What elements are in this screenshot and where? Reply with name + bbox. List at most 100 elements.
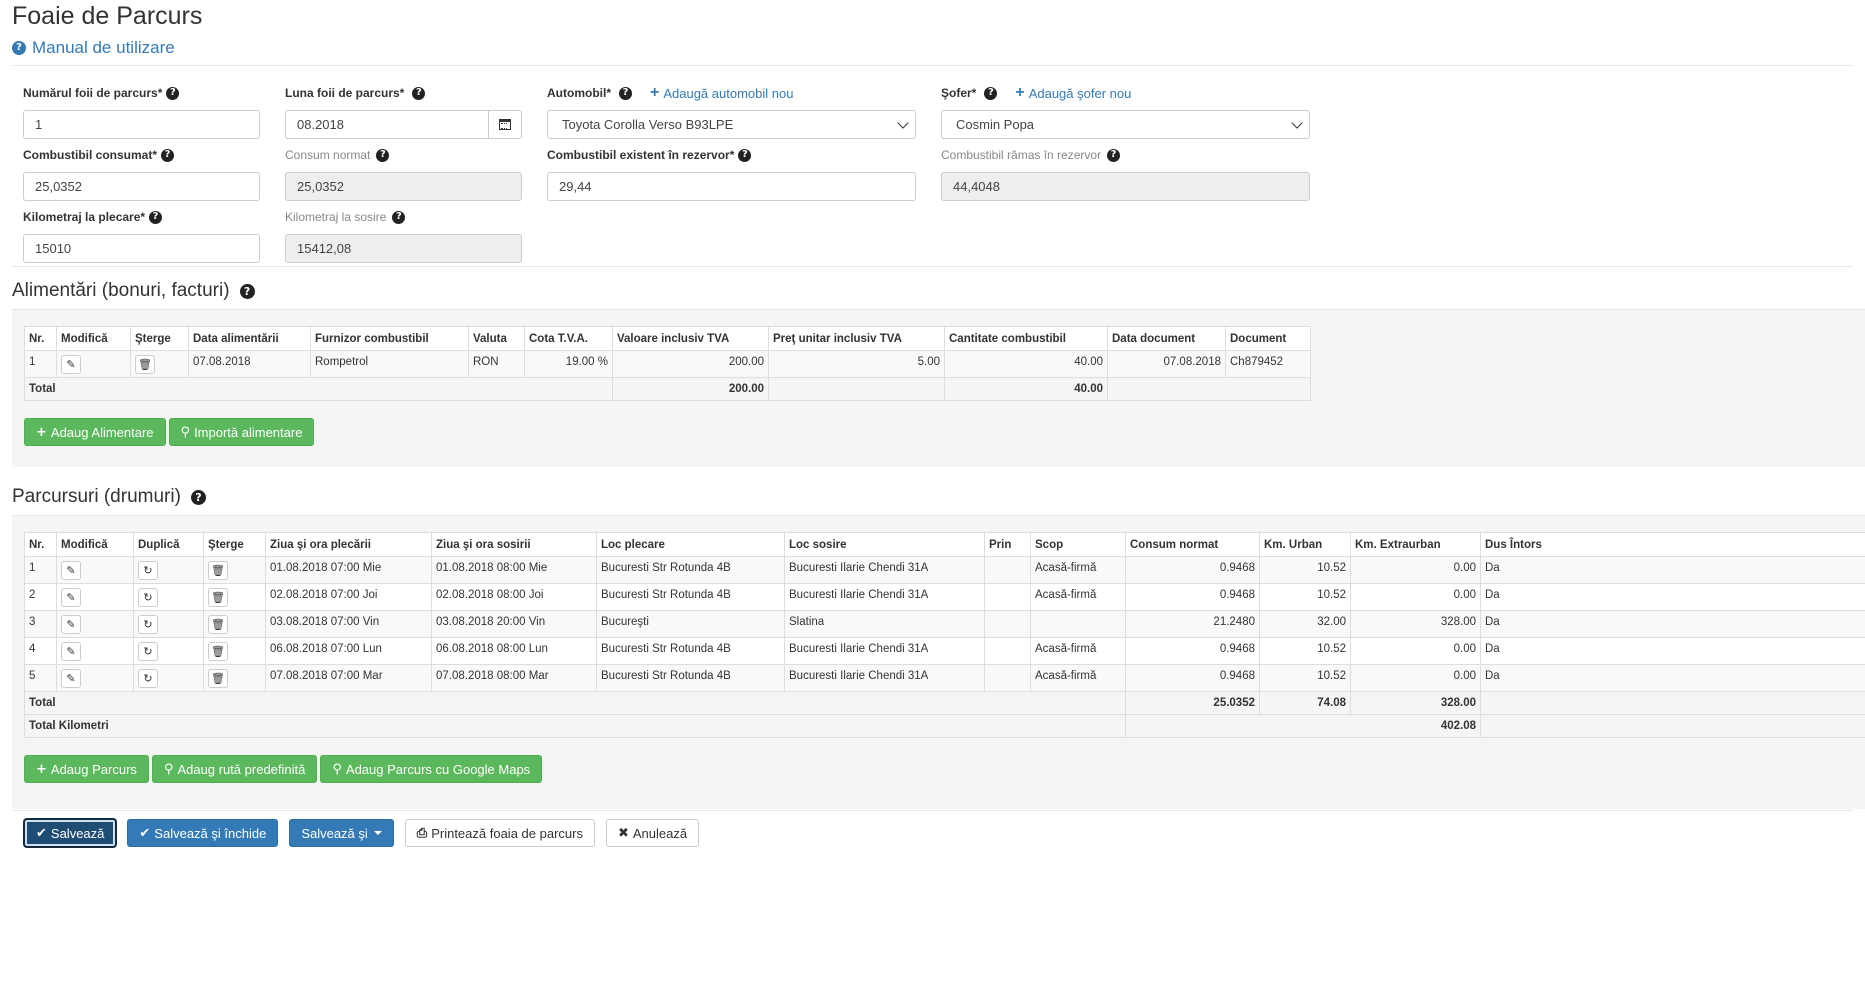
cell-loc-plecare: Bucuresti Str Rotunda 4B [596, 583, 785, 611]
cell-modifica: ✎ [56, 637, 134, 665]
numar-input[interactable]: 1 [23, 110, 260, 139]
edit-button[interactable]: ✎ [61, 642, 81, 661]
cell-dus-intors: Da [1480, 664, 1865, 692]
km-plecare-input[interactable]: 15010 [23, 234, 260, 263]
cancel-button[interactable]: ✖ Anulează [605, 819, 700, 847]
refresh-icon: ↻ [143, 618, 153, 631]
cell-nr: 1 [24, 556, 57, 584]
comb-consumat-group: Combustibil consumat*? 25,0352 [23, 146, 260, 201]
calendar-button[interactable] [489, 110, 522, 139]
delete-button[interactable]: 🗑 [208, 615, 228, 634]
add-alimentare-button[interactable]: + Adaug Alimentare [24, 418, 166, 446]
comb-ramas-label: Combustibil rămas în rezervor? [941, 146, 1310, 164]
cell-nr: 5 [24, 664, 57, 692]
comb-consumat-input[interactable]: 25,0352 [23, 172, 260, 201]
refresh-icon: ↻ [143, 564, 153, 577]
save-close-button[interactable]: ✔ Salvează şi închide [127, 819, 279, 847]
help-icon[interactable]: ? [149, 210, 163, 224]
cell-consum: 0.9468 [1125, 583, 1260, 611]
cell-extraurban: 0.00 [1350, 583, 1481, 611]
edit-button[interactable]: ✎ [61, 615, 81, 634]
cell-sosire: 06.08.2018 08:00 Lun [431, 637, 597, 665]
parcursuri-table: Nr. Modifică Duplică Şterge Ziua şi ora … [24, 532, 1865, 738]
help-icon[interactable]: ? [161, 148, 175, 162]
delete-button[interactable]: 🗑 [208, 588, 228, 607]
comb-consumat-label: Combustibil consumat*? [23, 146, 260, 164]
add-sofer-link[interactable]: + Adaugă şofer nou [1015, 85, 1131, 101]
edit-button[interactable]: ✎ [61, 669, 81, 688]
help-icon[interactable]: ? [1107, 148, 1121, 162]
cell-consum: 0.9468 [1125, 664, 1260, 692]
cell-sterge: 🗑 [203, 610, 266, 638]
cell-plecare: 06.08.2018 07:00 Lun [265, 637, 432, 665]
chevron-down-icon [1291, 116, 1303, 129]
total-consum: 25.0352 [1125, 691, 1260, 715]
manual-link[interactable]: ? Manual de utilizare [12, 31, 175, 65]
col-header: Preţ unitar inclusiv TVA [768, 326, 945, 351]
cell-modifica: ✎ [56, 556, 134, 584]
help-icon[interactable]: ? [166, 86, 180, 100]
calendar-icon [499, 119, 511, 130]
km-sosire-input: 15412,08 [285, 234, 522, 263]
duplicate-button[interactable]: ↻ [138, 669, 158, 688]
luna-label: Luna foii de parcurs*? [285, 84, 522, 102]
col-header: Cantitate combustibil [944, 326, 1108, 351]
sofer-label: Şofer*? + Adaugă şofer nou [941, 84, 1132, 101]
print-button[interactable]: ⎙ Printează foaia de parcurs [404, 819, 595, 847]
edit-button[interactable]: ✎ [61, 561, 81, 580]
luna-input[interactable]: 08.2018 [285, 110, 489, 139]
pencil-icon: ✎ [66, 645, 76, 658]
cell-document: Ch879452 [1225, 350, 1311, 378]
delete-button[interactable]: 🗑 [208, 642, 228, 661]
add-automobil-link[interactable]: + Adaugă automobil nou [650, 85, 793, 101]
duplicate-button[interactable]: ↻ [138, 588, 158, 607]
km-sosire-label: Kilometraj la sosire? [285, 208, 522, 226]
col-header: Loc plecare [596, 532, 785, 557]
pencil-icon: ✎ [66, 564, 76, 577]
col-header: Nr. [24, 326, 57, 351]
duplicate-button[interactable]: ↻ [138, 561, 158, 580]
cell-dus-intors: Da [1480, 556, 1865, 584]
help-icon[interactable]: ? [376, 148, 390, 162]
consum-normat-group: Consum normat? 25,0352 [285, 146, 522, 201]
help-icon[interactable]: ? [619, 86, 632, 100]
alimentari-header-row: Nr. Modifică Şterge Data alimentării Fur… [24, 326, 1311, 351]
duplicate-button[interactable]: ↻ [138, 615, 158, 634]
delete-button[interactable]: 🗑 [208, 669, 228, 688]
cell-plecare: 01.08.2018 07:00 Mie [265, 556, 432, 584]
automobil-select[interactable]: Toyota Corolla Verso B93LPE [547, 110, 916, 139]
add-ruta-predefinita-button[interactable]: ⚲ Adaug rută predefinită [151, 755, 318, 783]
import-alimentare-button[interactable]: ⚲ Importă alimentare [168, 418, 315, 446]
add-parcurs-google-maps-button[interactable]: ⚲ Adaug Parcurs cu Google Maps [320, 755, 543, 783]
chevron-down-icon [897, 116, 909, 129]
consum-normat-input: 25,0352 [285, 172, 522, 201]
cell-dus-intors: Da [1480, 583, 1865, 611]
trash-icon: 🗑 [211, 645, 225, 658]
cell-sterge: 🗑 [203, 556, 266, 584]
delete-button[interactable]: 🗑 [135, 355, 155, 374]
cell-valoare: 200.00 [612, 350, 769, 378]
cell-nr: 2 [24, 583, 57, 611]
duplicate-button[interactable]: ↻ [138, 642, 158, 661]
help-icon[interactable]: ? [239, 283, 255, 299]
cell-prin [984, 637, 1031, 665]
save-button[interactable]: ✔ Salvează [24, 819, 117, 847]
help-icon[interactable]: ? [392, 210, 406, 224]
help-icon[interactable]: ? [412, 86, 426, 100]
cell-sterge: 🗑 [203, 664, 266, 692]
comb-existent-input[interactable]: 29,44 [547, 172, 916, 201]
delete-button[interactable]: 🗑 [208, 561, 228, 580]
sofer-select[interactable]: Cosmin Popa [941, 110, 1310, 139]
add-parcurs-button[interactable]: + Adaug Parcurs [24, 755, 149, 783]
pencil-icon: ✎ [66, 672, 76, 685]
total-row: Total 25.0352 74.08 328.00 [24, 691, 1865, 715]
save-and-dropdown-button[interactable]: Salvează şi [289, 819, 394, 847]
help-icon[interactable]: ? [738, 148, 752, 162]
footer-actions: ✔ Salvează ✔ Salvează şi închide Salvează … [12, 811, 1853, 847]
col-header: Modifică [56, 326, 131, 351]
cell-modifica: ✎ [56, 350, 131, 378]
help-icon[interactable]: ? [190, 489, 206, 505]
edit-button[interactable]: ✎ [61, 355, 81, 374]
help-icon[interactable]: ? [984, 86, 998, 100]
edit-button[interactable]: ✎ [61, 588, 81, 607]
